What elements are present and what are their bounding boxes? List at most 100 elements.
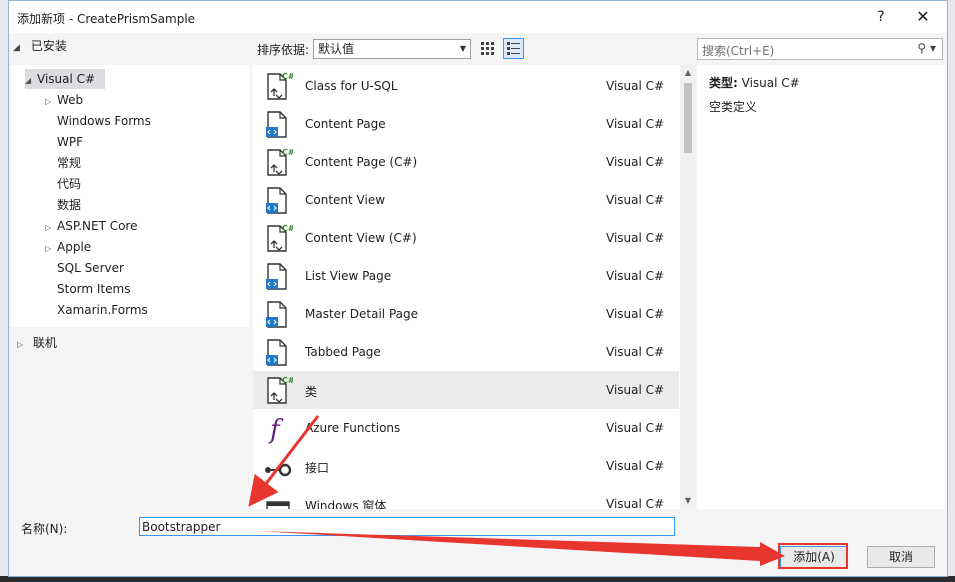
xaml-file-icon	[261, 184, 293, 216]
template-language: Visual C#	[606, 459, 665, 473]
tree-item-label: Windows Forms	[57, 114, 151, 128]
template-name: Content Page	[305, 117, 386, 131]
tree-item-label: SQL Server	[57, 261, 124, 275]
template-language: Visual C#	[606, 307, 665, 321]
template-name: Tabbed Page	[305, 345, 381, 359]
add-button[interactable]: 添加(A)	[780, 546, 848, 568]
tree-item[interactable]: ◢ Visual C#	[25, 69, 105, 89]
template-language: Visual C#	[606, 117, 665, 131]
template-row[interactable]: Content View Visual C#	[253, 181, 679, 219]
template-language: Visual C#	[606, 345, 665, 359]
template-description: 空类定义	[709, 100, 758, 114]
template-name: 接口	[305, 461, 330, 475]
sort-by-dropdown[interactable]: 默认值 ▼	[313, 39, 471, 59]
template-name: Content View	[305, 193, 386, 207]
search-placeholder: 搜索(Ctrl+E)	[702, 44, 775, 58]
chevron-down-icon: ▼	[459, 44, 466, 53]
template-language: Visual C#	[606, 497, 665, 509]
window-title: 添加新项 - CreatePrismSample	[17, 12, 196, 26]
tree-item[interactable]: ▷ Apple	[45, 237, 91, 257]
template-language: Visual C#	[606, 155, 665, 169]
template-row[interactable]: Content Page Visual C#	[253, 105, 679, 143]
tree-item-label: 代码	[57, 177, 82, 191]
template-row[interactable]: Tabbed Page Visual C#	[253, 333, 679, 371]
tree-item[interactable]: Xamarin.Forms	[45, 300, 148, 320]
scroll-up-icon[interactable]: ▲	[680, 65, 696, 81]
small-icons-view-button[interactable]	[477, 38, 498, 59]
tree-item-label: ASP.NET Core	[57, 219, 138, 233]
tree-item-label: 常规	[57, 156, 82, 170]
tree-item[interactable]: WPF	[45, 132, 83, 152]
function-icon: f	[261, 412, 293, 445]
close-button[interactable]: ✕	[909, 5, 937, 29]
scrollbar-thumb[interactable]	[684, 83, 692, 153]
template-row[interactable]: f Azure Functions Visual C#	[253, 409, 679, 447]
list-view-button[interactable]	[503, 38, 524, 59]
template-list-scrollbar[interactable]: ▲ ▼	[680, 65, 696, 509]
grid-view-icon	[481, 42, 494, 55]
sort-by-label: 排序依据:	[257, 43, 310, 57]
template-name: List View Page	[305, 269, 392, 283]
type-label: 类型:	[709, 76, 738, 90]
expand-arrow-icon: ▷	[45, 244, 52, 253]
collapse-arrow-icon: ◢	[13, 43, 20, 53]
name-label: 名称(N):	[21, 522, 68, 536]
tree-item-label: Visual C#	[37, 72, 96, 86]
tree-item-label: Storm Items	[57, 282, 131, 296]
title-bar: 添加新项 - CreatePrismSample ? ✕	[9, 1, 947, 33]
template-name: Windows 窗体	[305, 499, 387, 509]
template-row[interactable]: C# Content Page (C#) Visual C#	[253, 143, 679, 181]
template-row[interactable]: 接口 Visual C#	[253, 447, 679, 485]
scroll-down-icon[interactable]: ▼	[680, 493, 696, 509]
tree-item[interactable]: 常规	[45, 153, 81, 173]
template-language: Visual C#	[606, 231, 665, 245]
online-node[interactable]: ▷ 联机	[17, 333, 57, 353]
template-row[interactable]: Master Detail Page Visual C#	[253, 295, 679, 333]
tree-item[interactable]: ▷ ASP.NET Core	[45, 216, 137, 236]
template-language: Visual C#	[606, 383, 665, 397]
tree-item[interactable]: Windows Forms	[45, 111, 151, 131]
template-language: Visual C#	[606, 79, 665, 93]
details-pane: 类型: Visual C# 空类定义	[697, 65, 945, 509]
tree-item-label: Apple	[57, 240, 92, 254]
svg-text:C#: C#	[282, 72, 293, 81]
expand-arrow-icon: ▷	[45, 97, 52, 106]
tree-item-label: Xamarin.Forms	[57, 303, 148, 317]
svg-text:f: f	[268, 415, 284, 444]
svg-text:C#: C#	[282, 224, 293, 233]
tree-item[interactable]: ▷ Web	[45, 90, 83, 110]
csharp-file-icon: C#	[261, 146, 295, 178]
search-icon[interactable]: ⚲ ▾	[917, 41, 936, 55]
template-list: C# Class for U-SQL Visual C# Content Page Vi…	[253, 65, 696, 509]
help-button[interactable]: ?	[867, 5, 895, 29]
cancel-button[interactable]: 取消	[867, 546, 935, 568]
svg-text:C#: C#	[282, 376, 293, 385]
expand-arrow-icon: ▷	[17, 340, 24, 349]
tree-item[interactable]: 数据	[45, 195, 81, 215]
tree-item[interactable]: Storm Items	[45, 279, 130, 299]
csharp-file-icon: C#	[261, 70, 295, 102]
windows-form-icon	[261, 488, 293, 509]
expand-arrow-icon: ◢	[25, 76, 32, 85]
tree-item[interactable]: 代码	[45, 174, 81, 194]
template-name: Master Detail Page	[305, 307, 419, 321]
template-row[interactable]: C# Class for U-SQL Visual C#	[253, 67, 679, 105]
template-name: Class for U-SQL	[305, 79, 398, 93]
template-name: Azure Functions	[305, 421, 401, 435]
installed-label: 已安装	[30, 39, 67, 53]
interface-icon	[261, 450, 293, 482]
search-box[interactable]: 搜索(Ctrl+E) ⚲ ▾	[697, 38, 943, 60]
expand-arrow-icon: ▷	[45, 223, 52, 232]
xaml-file-icon	[261, 298, 293, 330]
name-input[interactable]	[139, 517, 675, 536]
installed-header[interactable]: ◢ 已安装	[13, 37, 67, 59]
template-row[interactable]: List View Page Visual C#	[253, 257, 679, 295]
template-row[interactable]: Windows 窗体 Visual C#	[253, 485, 679, 509]
template-language: Visual C#	[606, 421, 665, 435]
template-row[interactable]: C# 类 Visual C#	[253, 371, 679, 409]
template-row[interactable]: C# Content View (C#) Visual C#	[253, 219, 679, 257]
svg-text:C#: C#	[282, 148, 293, 157]
tree-item[interactable]: SQL Server	[45, 258, 124, 278]
xaml-file-icon	[261, 108, 293, 140]
csharp-file-icon: C#	[261, 374, 295, 406]
